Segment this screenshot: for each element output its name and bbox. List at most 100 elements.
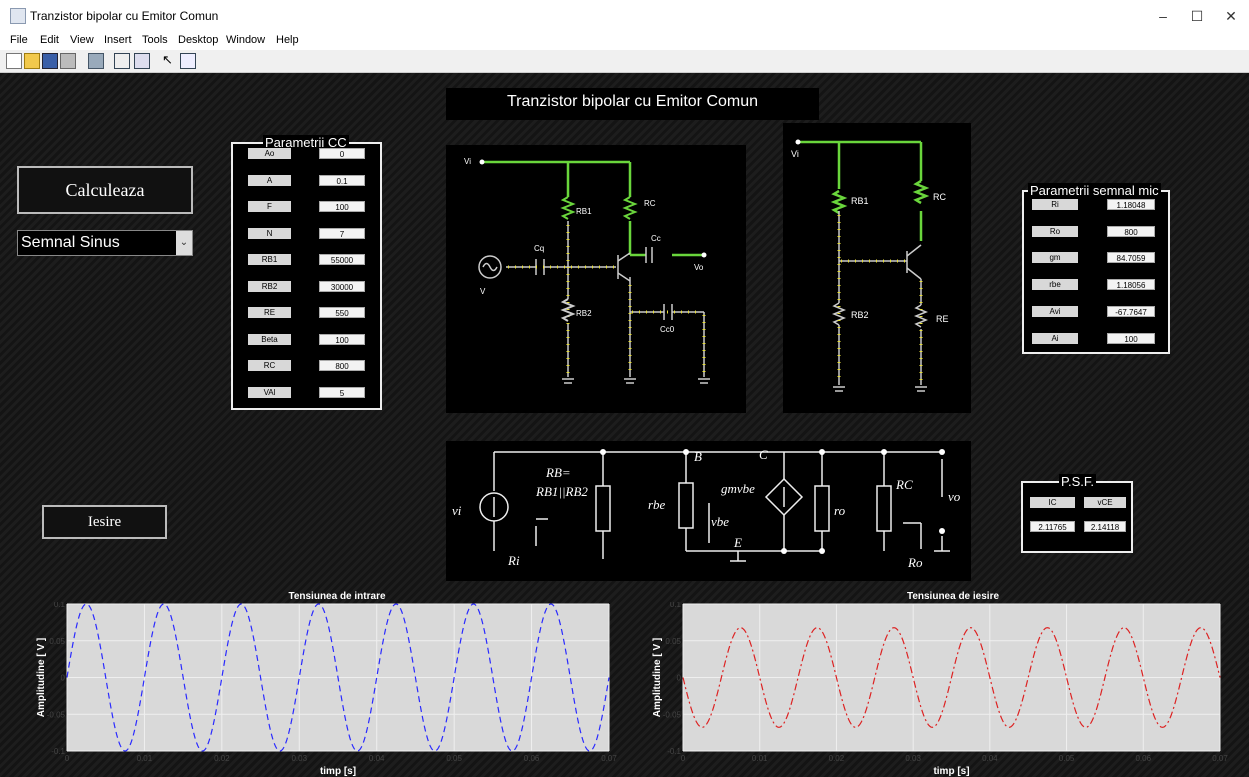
cc-label-rc: RC [248, 360, 291, 371]
small-signal-panel-title: Parametrii semnal mic [1028, 183, 1161, 198]
grid-icon[interactable] [134, 53, 150, 69]
menu-tools[interactable]: Tools [142, 34, 168, 46]
input-chart-title: Tensiunea de intrare [288, 591, 386, 602]
cc-value-rb2[interactable]: 30000 [319, 280, 365, 292]
output-chart-ytick: 0 [677, 674, 682, 683]
ss-label-rbe: rbe [648, 497, 666, 512]
chevron-down-icon[interactable]: ⌄ [176, 231, 192, 255]
cc-label-a: A [248, 174, 291, 186]
maximize-button[interactable]: ☐ [1182, 6, 1212, 26]
psf-panel: P.S.F. [1021, 474, 1133, 553]
menu-edit[interactable]: Edit [40, 34, 59, 46]
input-chart-xtick: 0.06 [524, 754, 540, 763]
output-chart-xtick: 0.04 [982, 754, 998, 763]
ss-label-ai: Ai [1032, 332, 1078, 344]
minimize-button[interactable]: – [1148, 6, 1178, 26]
cc-value-val[interactable]: 5 [319, 386, 365, 398]
cc-label-f: F [248, 201, 291, 212]
cc-value-ao[interactable]: 0 [319, 148, 365, 159]
small-signal-panel: Parametrii semnal mic [1022, 183, 1170, 354]
ss-label-rb-par: RB1||RB2 [535, 484, 588, 499]
output-chart-xtick: 0.03 [905, 754, 921, 763]
c1-label-cc0: Cc0 [660, 325, 675, 334]
cc-value-re[interactable]: 550 [319, 307, 365, 318]
cc-value-f[interactable]: 100 [319, 201, 365, 212]
output-button[interactable]: Iesire [42, 505, 167, 539]
small-signal-circuit: vi Ri RB= RB1||RB2 B C E rbe vbe gmvbe r… [446, 441, 971, 581]
input-chart-xtick: 0.04 [369, 754, 385, 763]
ss-label-b: B [694, 449, 702, 464]
c1-label-v: V [480, 287, 486, 296]
output-voltage-chart: 0 0.01 0.02 0.03 0.04 0.05 0.06 0.070.10.050-0.… [652, 602, 1228, 777]
menu-help[interactable]: Help [276, 34, 299, 46]
cc-value-beta[interactable]: 100 [319, 333, 365, 345]
input-chart-xtick: 0.01 [137, 754, 153, 763]
psf-value-vce[interactable]: 2.14118 [1084, 521, 1126, 532]
cc-label-re: RE [248, 307, 291, 318]
menu-file[interactable]: File [10, 34, 28, 46]
menu-view[interactable]: View [70, 34, 94, 46]
psf-label-ic: IC [1030, 497, 1075, 508]
cc-value-n[interactable]: 7 [319, 227, 365, 239]
calculate-button[interactable]: Calculeaza [17, 166, 193, 214]
signal-type-value: Semnal Sinus [21, 234, 120, 251]
inspector-icon[interactable] [180, 53, 196, 69]
open-icon[interactable] [24, 53, 40, 69]
window-titlebar: Tranzistor bipolar cu Emitor Comun – ☐ ✕ [0, 0, 1249, 32]
output-chart-xtick: 0.07 [1212, 754, 1228, 763]
cc-value-rc[interactable]: 800 [319, 360, 365, 371]
output-chart-ylabel: Amplitudine [ V ] [652, 638, 663, 717]
output-chart-xtick: 0.06 [1135, 754, 1151, 763]
save-icon[interactable] [42, 53, 58, 69]
output-chart-xlabel: timp [s] [933, 766, 969, 777]
ss-label-c: C [759, 447, 768, 462]
ss-label-rbe: rbe [1032, 279, 1078, 291]
c2-label-rb2: RB2 [851, 310, 869, 320]
input-chart-ytick: -0.05 [47, 710, 66, 719]
menu-window[interactable]: Window [226, 34, 265, 46]
main-title: Tranzistor bipolar cu Emitor Comun [446, 88, 819, 120]
output-chart-xtick: 0.05 [1059, 754, 1075, 763]
pointer-icon[interactable]: ↖ [162, 53, 176, 67]
cc-value-rb1[interactable]: 55000 [319, 254, 365, 265]
ss-value-ai[interactable]: 100 [1107, 332, 1155, 344]
close-button[interactable]: ✕ [1216, 6, 1246, 26]
signal-type-select[interactable]: Semnal Sinus ⌄ [17, 230, 193, 256]
menu-desktop[interactable]: Desktop [178, 34, 218, 46]
ss-label-gm: gm [1032, 252, 1078, 264]
ss-label-gm: gmvbe [721, 481, 755, 496]
c1-label-vo: Vo [694, 263, 704, 272]
ss-label-ri: Ri [507, 553, 520, 568]
ss-label-vbe: vbe [711, 514, 729, 529]
cc-label-ao: Ao [248, 148, 291, 159]
c2-label-rb1: RB1 [851, 196, 869, 206]
ss-label-ro: ro [834, 503, 846, 518]
c1-label-rc: RC [644, 199, 656, 208]
psf-value-ic[interactable]: 2.11765 [1030, 521, 1075, 532]
ss-label-avi: Avi [1032, 305, 1078, 317]
c1-label-vi: Vi [464, 157, 471, 166]
output-chart-title: Tensiunea de iesire [906, 591, 1000, 602]
ss-value-ro[interactable]: 800 [1107, 225, 1155, 237]
panel-icon[interactable] [114, 53, 130, 69]
cc-label-val: VAl [248, 386, 291, 398]
ss-label-rc: RC [895, 477, 913, 492]
print-icon[interactable] [60, 53, 76, 69]
input-chart-xtick: 0.02 [214, 754, 230, 763]
c1-label-rb2: RB2 [576, 309, 592, 318]
ss-value-gm[interactable]: 84.7059 [1107, 252, 1155, 264]
new-icon[interactable] [6, 53, 22, 69]
c1-label-cq: Cq [534, 244, 544, 253]
c2-label-vi: Vi [791, 149, 799, 159]
circuit-diagram-dc: Vi RB1 RC RB2 RE [783, 123, 971, 413]
cc-value-a[interactable]: 0.1 [319, 174, 365, 186]
c1-label-cc: Cc [651, 234, 661, 243]
link-icon[interactable] [88, 53, 104, 69]
input-chart-ylabel: Amplitudine [ V ] [36, 638, 47, 717]
ss-value-rbe[interactable]: 1.18056 [1107, 279, 1155, 291]
ss-label-ro-out: Ro [907, 555, 923, 570]
ss-value-ri[interactable]: 1.18048 [1107, 199, 1155, 210]
ss-value-avi[interactable]: -67.7647 [1107, 305, 1155, 317]
c2-label-re: RE [936, 314, 949, 324]
menu-insert[interactable]: Insert [104, 34, 132, 46]
